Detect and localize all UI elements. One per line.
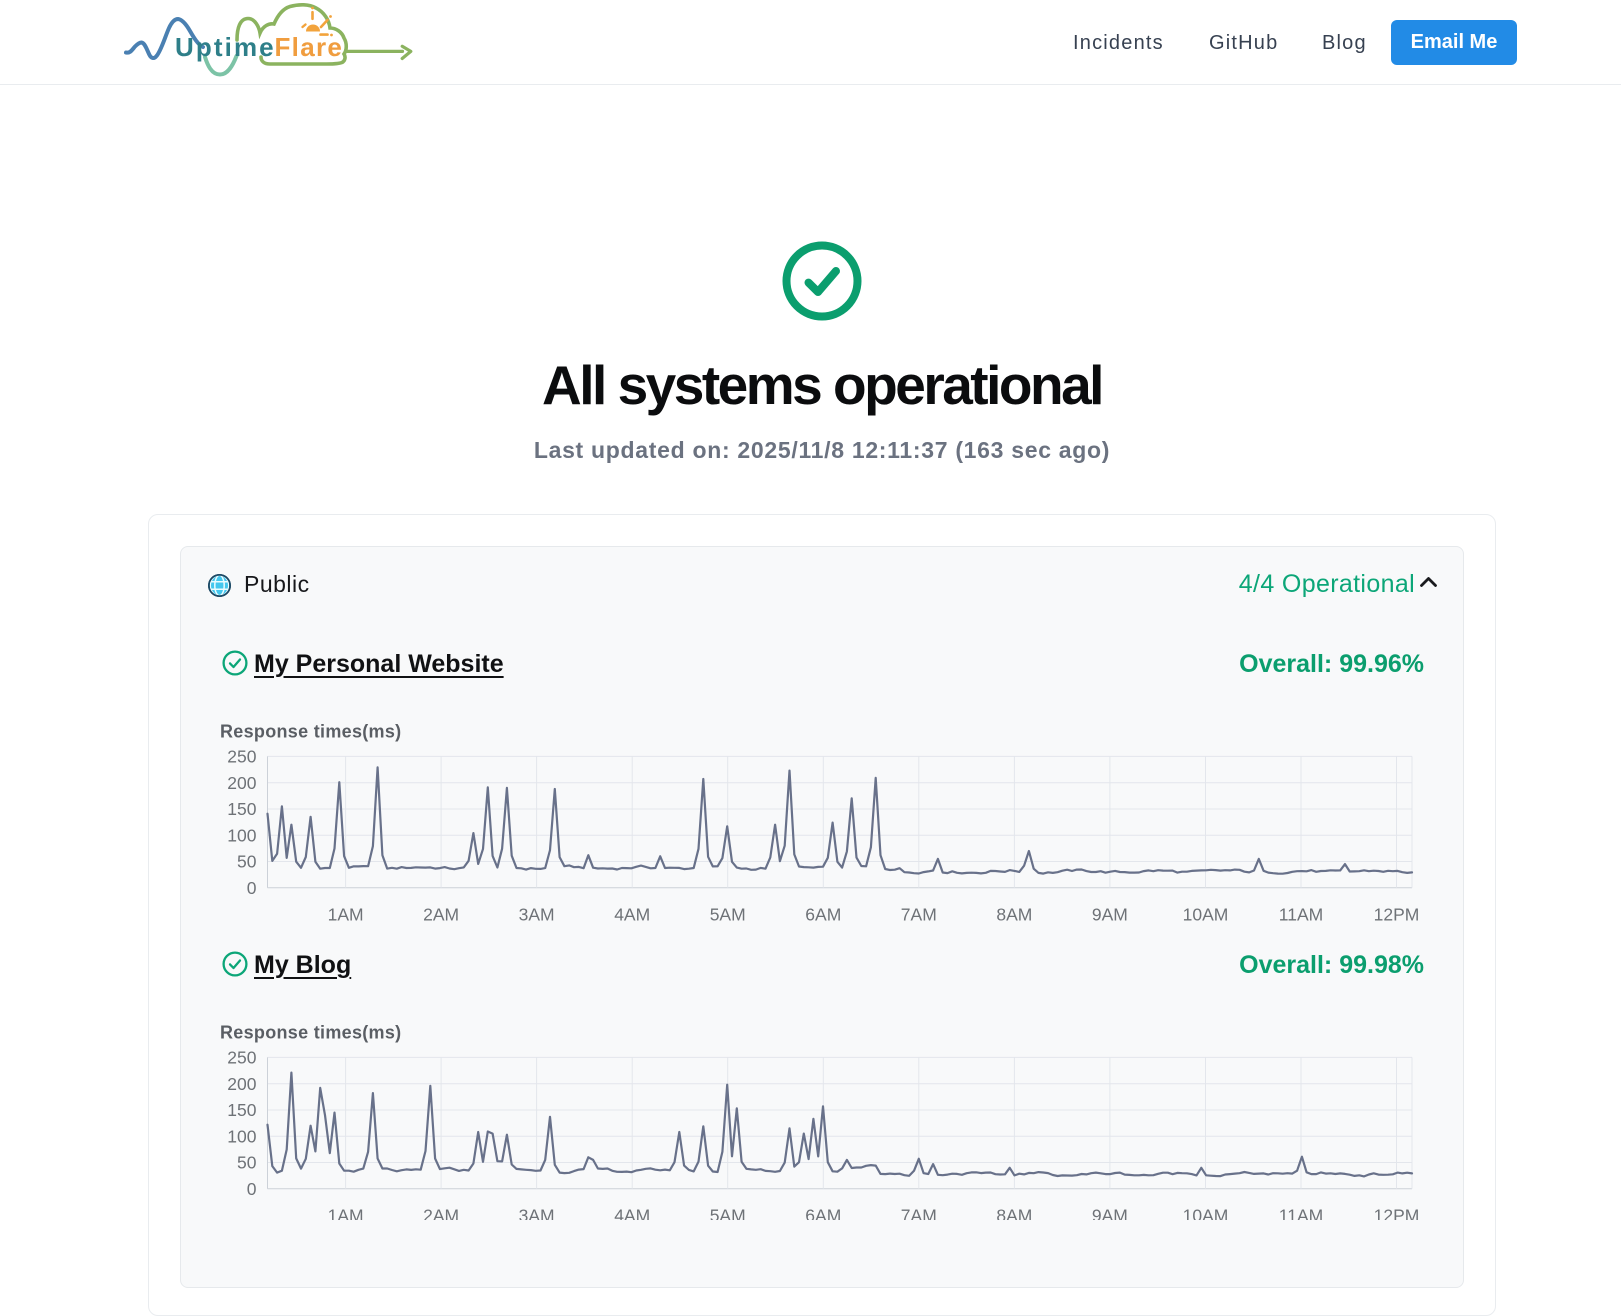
svg-text:2AM: 2AM [423,905,459,925]
svg-text:10AM: 10AM [1183,1206,1229,1221]
svg-text:7AM: 7AM [901,1206,937,1221]
svg-text:200: 200 [227,1074,256,1094]
svg-text:Uptime: Uptime [175,32,276,62]
svg-text:8AM: 8AM [996,1206,1032,1221]
svg-text:150: 150 [227,799,256,819]
svg-text:Flare: Flare [275,32,344,62]
svg-text:4AM: 4AM [614,1206,650,1221]
svg-text:12PM: 12PM [1374,1206,1420,1221]
svg-text:100: 100 [227,825,256,845]
svg-text:6AM: 6AM [805,905,841,925]
svg-text:100: 100 [227,1126,256,1146]
svg-text:50: 50 [237,1153,257,1173]
svg-text:3AM: 3AM [519,905,555,925]
svg-text:9AM: 9AM [1092,905,1128,925]
svg-text:250: 250 [227,747,256,767]
svg-text:250: 250 [227,1048,256,1068]
svg-text:8AM: 8AM [996,905,1032,925]
svg-text:4AM: 4AM [614,905,650,925]
svg-text:1AM: 1AM [328,905,364,925]
svg-text:12PM: 12PM [1374,905,1420,925]
svg-text:0: 0 [247,878,257,898]
svg-text:11AM: 11AM [1279,1206,1323,1221]
svg-text:50: 50 [237,852,257,872]
svg-text:7AM: 7AM [901,905,937,925]
svg-text:0: 0 [247,1179,257,1199]
svg-text:2AM: 2AM [423,1206,459,1221]
svg-text:5AM: 5AM [710,1206,746,1221]
svg-text:5AM: 5AM [710,905,746,925]
svg-text:1AM: 1AM [328,1206,364,1221]
svg-text:200: 200 [227,773,256,793]
svg-text:150: 150 [227,1100,256,1120]
svg-text:9AM: 9AM [1092,1206,1128,1221]
svg-text:Response times(ms): Response times(ms) [220,722,401,742]
svg-text:10AM: 10AM [1183,905,1229,925]
svg-text:11AM: 11AM [1279,905,1323,925]
svg-text:6AM: 6AM [805,1206,841,1221]
svg-text:3AM: 3AM [519,1206,555,1221]
svg-text:Response times(ms): Response times(ms) [220,1023,401,1043]
